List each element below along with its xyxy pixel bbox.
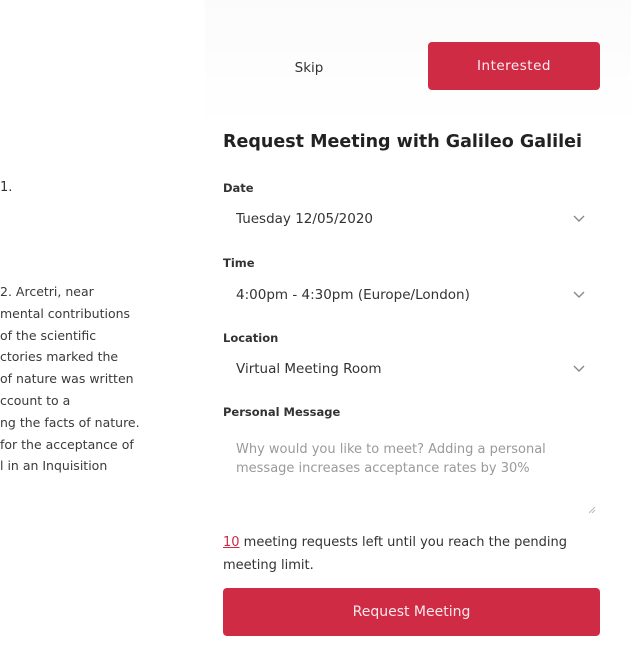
bio-line: l in an Inquisition bbox=[0, 458, 108, 474]
personal-message-input[interactable]: Why would you like to meet? Adding a per… bbox=[223, 426, 600, 518]
form-title: Request Meeting with Galileo Galilei bbox=[223, 132, 582, 152]
time-value: 4:00pm - 4:30pm (Europe/London) bbox=[236, 287, 470, 303]
date-value: Tuesday 12/05/2020 bbox=[236, 211, 374, 227]
bio-line: for the acceptance of bbox=[0, 436, 134, 452]
bio-line: ctories marked the bbox=[0, 349, 119, 365]
profile-bio: 2. Arcetri, near mental contributions of… bbox=[0, 281, 205, 477]
request-meeting-button[interactable]: Request Meeting bbox=[223, 588, 600, 636]
request-limit-text: meeting requests left until you reach th… bbox=[223, 535, 567, 573]
bio-line: of the scientific bbox=[0, 327, 97, 343]
profile-description-panel: 1. 2. Arcetri, near mental contributions… bbox=[0, 0, 205, 666]
profile-text-fragment: 1. bbox=[0, 180, 13, 195]
time-select[interactable]: 4:00pm - 4:30pm (Europe/London) bbox=[223, 276, 600, 314]
bio-line: of nature was written bbox=[0, 371, 134, 387]
location-select[interactable]: Virtual Meeting Room bbox=[223, 350, 600, 388]
bio-line: ccount to a bbox=[0, 392, 71, 408]
resize-handle-icon[interactable] bbox=[588, 506, 596, 514]
personal-message-placeholder: Why would you like to meet? Adding a per… bbox=[236, 442, 546, 476]
skip-button[interactable]: Skip bbox=[244, 52, 374, 84]
chevron-down-icon bbox=[573, 291, 585, 298]
request-limit-notice: 10 meeting requests left until you reach… bbox=[223, 531, 600, 577]
personal-message-label: Personal Message bbox=[223, 405, 341, 419]
bio-line: mental contributions bbox=[0, 305, 131, 321]
remaining-requests-count[interactable]: 10 bbox=[223, 535, 240, 550]
date-label: Date bbox=[223, 181, 254, 195]
location-label: Location bbox=[223, 331, 279, 345]
chevron-down-icon bbox=[573, 365, 585, 372]
bio-line: ng the facts of nature. bbox=[0, 414, 140, 430]
chevron-down-icon bbox=[573, 215, 585, 222]
time-label: Time bbox=[223, 256, 255, 270]
location-value: Virtual Meeting Room bbox=[236, 361, 382, 377]
date-select[interactable]: Tuesday 12/05/2020 bbox=[223, 200, 600, 238]
bio-line: 2. Arcetri, near bbox=[0, 284, 94, 299]
interested-button[interactable]: Interested bbox=[428, 42, 600, 90]
